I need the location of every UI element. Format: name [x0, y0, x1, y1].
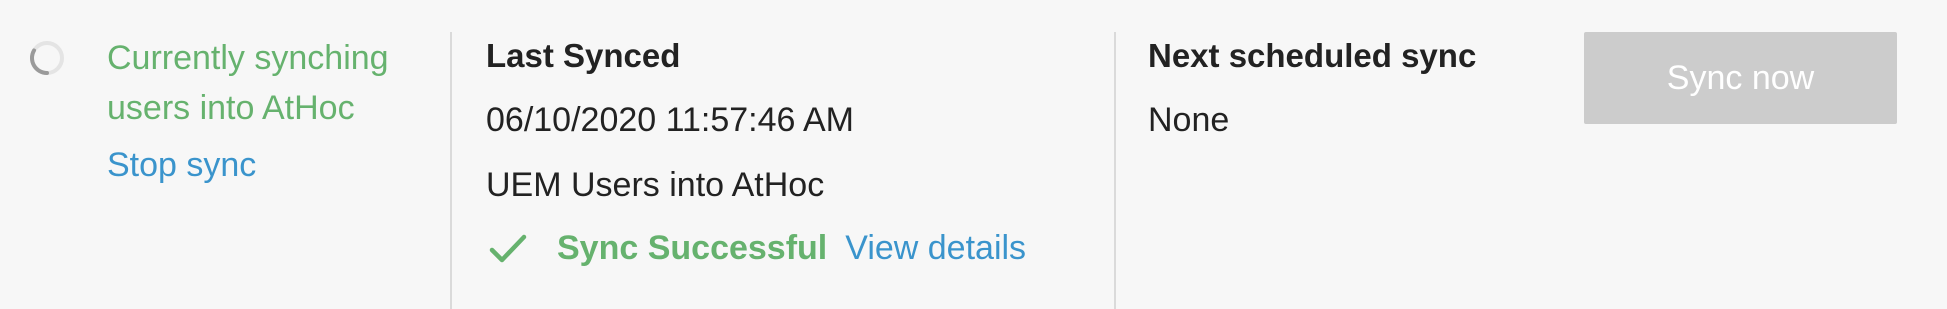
sync-now-button[interactable]: Sync now — [1584, 32, 1897, 124]
next-sync-heading: Next scheduled sync — [1148, 37, 1477, 74]
sync-result-text: Sync Successful — [557, 229, 828, 267]
last-synced-section: Last Synced 06/10/2020 11:57:46 AM UEM U… — [451, 0, 1115, 309]
sync-result-row: Sync Successful View details — [489, 229, 1026, 268]
last-synced-datetime: 06/10/2020 11:57:46 AM — [486, 101, 855, 139]
current-sync-section: Currently synching users into AtHoc Stop… — [0, 0, 450, 309]
view-details-link[interactable]: View details — [845, 229, 1026, 268]
loading-spinner-icon — [30, 41, 64, 75]
last-synced-description: UEM Users into AtHoc — [486, 166, 825, 204]
last-synced-heading: Last Synced — [486, 37, 681, 74]
next-sync-value: None — [1148, 101, 1230, 139]
sync-status-panel: Currently synching users into AtHoc Stop… — [0, 0, 1947, 309]
sync-status-message: Currently synching users into AtHoc — [107, 39, 389, 127]
stop-sync-link[interactable]: Stop sync — [107, 146, 256, 185]
checkmark-icon — [489, 234, 527, 262]
